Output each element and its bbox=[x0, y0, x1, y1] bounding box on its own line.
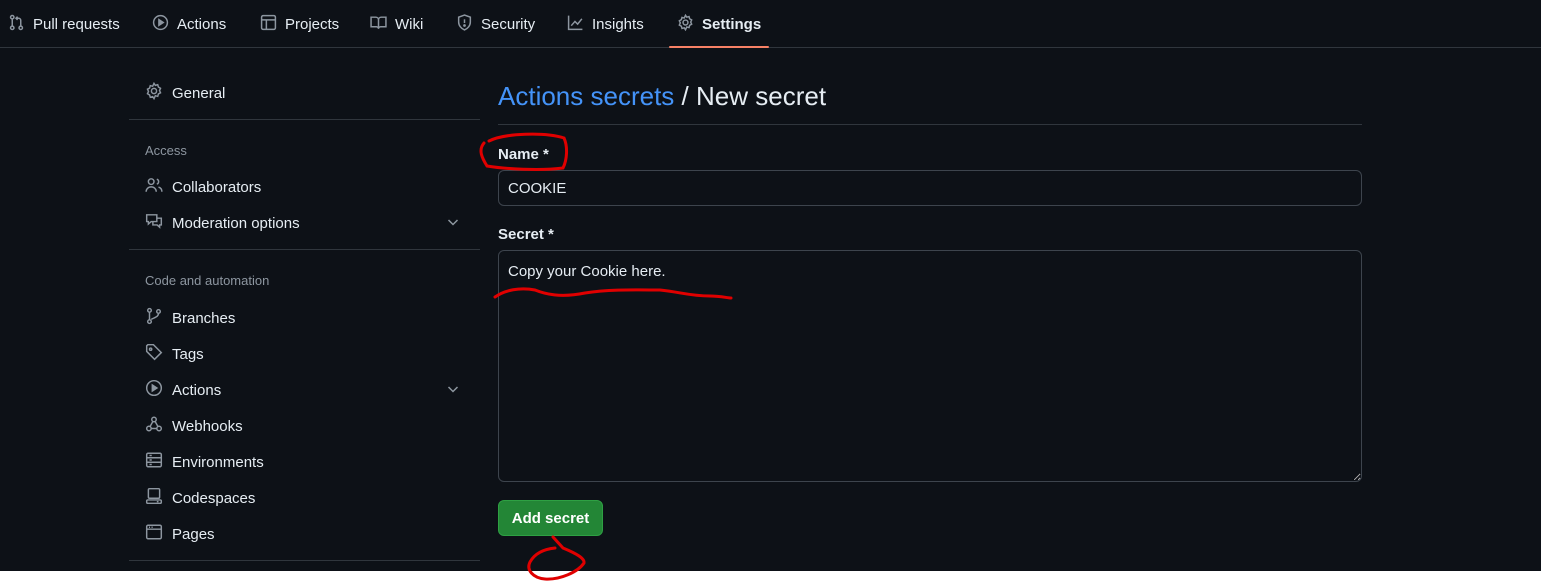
shield-icon bbox=[456, 13, 473, 35]
pull-request-icon bbox=[8, 14, 25, 35]
table-icon bbox=[260, 14, 277, 35]
breadcrumb-current-page: New secret bbox=[696, 81, 827, 111]
play-icon bbox=[152, 14, 169, 35]
sidebar-heading-code-automation: Code and automation bbox=[145, 273, 270, 288]
sidebar-item-environments[interactable]: Environments bbox=[145, 446, 463, 478]
tab-settings[interactable]: Settings bbox=[668, 0, 770, 48]
breadcrumb-actions-secrets-link[interactable]: Actions secrets bbox=[498, 81, 674, 111]
tab-label: Pull requests bbox=[33, 15, 120, 33]
sidebar-item-label: Codespaces bbox=[172, 489, 256, 507]
book-icon bbox=[370, 14, 387, 35]
gear-icon bbox=[677, 13, 694, 35]
sidebar-item-label: Tags bbox=[172, 345, 204, 363]
sidebar-item-general[interactable]: General bbox=[145, 77, 463, 109]
chevron-down-icon[interactable] bbox=[445, 214, 461, 230]
tab-label: Wiki bbox=[395, 15, 424, 33]
tag-icon bbox=[145, 343, 163, 365]
tab-actions[interactable]: Actions bbox=[152, 0, 226, 48]
sidebar-item-label: Environments bbox=[172, 453, 264, 471]
sidebar-item-label: Collaborators bbox=[172, 178, 262, 196]
sidebar-divider bbox=[129, 249, 480, 250]
secret-label: Secret * bbox=[498, 226, 554, 243]
sidebar-item-label: Actions bbox=[172, 381, 222, 399]
secret-name-input[interactable] bbox=[498, 170, 1362, 206]
page-title: Actions secrets / New secret bbox=[498, 81, 826, 112]
tab-pull-requests[interactable]: Pull requests bbox=[8, 0, 120, 48]
tab-security[interactable]: Security bbox=[456, 0, 535, 48]
add-secret-button[interactable]: Add secret bbox=[498, 500, 603, 536]
play-icon bbox=[145, 379, 163, 401]
sidebar-item-label: Pages bbox=[172, 525, 215, 543]
sidebar-item-tags[interactable]: Tags bbox=[145, 338, 463, 370]
browser-icon bbox=[145, 523, 163, 545]
breadcrumb-separator: / bbox=[681, 81, 689, 111]
sidebar-item-label: Webhooks bbox=[172, 417, 243, 435]
sidebar-item-codespaces[interactable]: Codespaces bbox=[145, 482, 463, 514]
sidebar-item-actions[interactable]: Actions bbox=[145, 374, 463, 406]
branch-icon bbox=[145, 307, 163, 329]
sidebar-item-moderation[interactable]: Moderation options bbox=[145, 207, 463, 239]
sidebar-divider bbox=[129, 119, 480, 120]
sidebar-item-label: Moderation options bbox=[172, 214, 300, 232]
people-icon bbox=[145, 176, 163, 198]
gear-icon bbox=[145, 81, 163, 104]
sidebar-item-collaborators[interactable]: Collaborators bbox=[145, 171, 463, 203]
webhook-icon bbox=[145, 415, 163, 437]
repo-tab-bar: Pull requests Actions Projects Wiki Secu… bbox=[0, 0, 1541, 48]
tab-label: Settings bbox=[702, 15, 762, 33]
sidebar-heading-access: Access bbox=[145, 143, 187, 158]
sidebar-divider bbox=[129, 560, 480, 561]
sidebar-item-branches[interactable]: Branches bbox=[145, 302, 463, 334]
sidebar-item-webhooks[interactable]: Webhooks bbox=[145, 410, 463, 442]
name-label: Name * bbox=[498, 146, 549, 163]
sidebar-item-label: General bbox=[172, 84, 226, 102]
sidebar-item-label: Branches bbox=[172, 309, 236, 327]
tab-label: Security bbox=[481, 15, 536, 33]
tab-insights[interactable]: Insights bbox=[567, 0, 644, 48]
codespaces-icon bbox=[145, 487, 163, 509]
sidebar-item-pages[interactable]: Pages bbox=[145, 518, 463, 550]
heading-divider bbox=[498, 124, 1362, 125]
tab-label: Insights bbox=[592, 15, 644, 33]
tab-label: Actions bbox=[177, 15, 227, 33]
app-window: Pull requests Actions Projects Wiki Secu… bbox=[0, 0, 1541, 571]
graph-icon bbox=[567, 14, 584, 35]
tab-wiki[interactable]: Wiki bbox=[370, 0, 423, 48]
secret-value-textarea[interactable]: Copy your Cookie here. bbox=[498, 250, 1362, 482]
chevron-down-icon[interactable] bbox=[445, 381, 461, 397]
tab-label: Projects bbox=[285, 15, 340, 33]
server-icon bbox=[145, 451, 163, 473]
tab-projects[interactable]: Projects bbox=[260, 0, 339, 48]
comment-discussion-icon bbox=[145, 212, 163, 234]
